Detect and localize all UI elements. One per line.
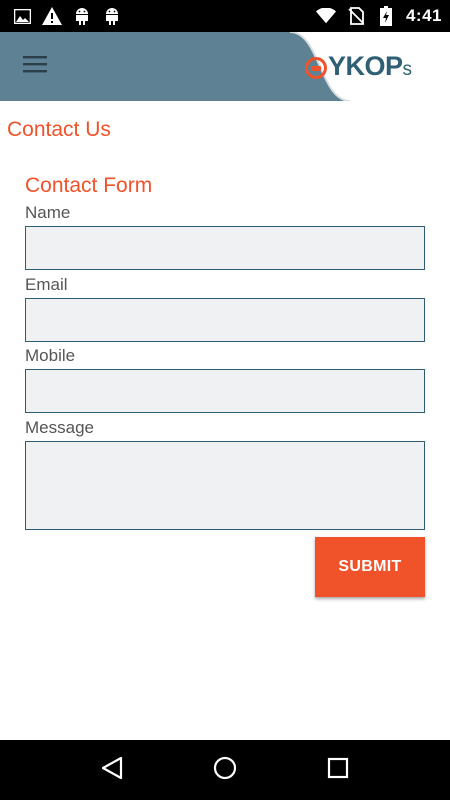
status-time: 4:41 xyxy=(405,6,442,25)
logo-text: YKOPs xyxy=(328,51,412,82)
recents-button[interactable] xyxy=(318,750,358,790)
mobile-field[interactable] xyxy=(25,369,425,413)
name-field[interactable] xyxy=(25,226,425,270)
android-icon xyxy=(72,6,92,26)
logo-suffix: s xyxy=(402,59,413,80)
no-sim-icon xyxy=(346,6,366,26)
wifi-icon xyxy=(315,6,336,26)
android-icon xyxy=(102,6,122,26)
page-title: Contact Us xyxy=(7,118,111,141)
name-label: Name xyxy=(25,203,71,222)
logo-wordmark: YKOP xyxy=(328,51,403,81)
mobile-label: Mobile xyxy=(25,346,76,365)
status-bar: 4:41 xyxy=(0,0,450,32)
system-nav-bar xyxy=(0,740,450,800)
home-button[interactable] xyxy=(205,750,245,790)
battery-charging-icon xyxy=(376,6,396,26)
form-title: Contact Form xyxy=(25,174,153,197)
car-wheel-icon xyxy=(304,56,328,80)
back-icon xyxy=(101,756,123,785)
message-field[interactable] xyxy=(25,441,425,530)
status-right-icons: 4:41 xyxy=(315,6,442,26)
image-icon xyxy=(12,6,32,26)
status-left-icons xyxy=(12,6,122,26)
email-label: Email xyxy=(25,275,68,294)
email-field[interactable] xyxy=(25,298,425,342)
hamburger-menu-icon xyxy=(23,55,47,78)
message-label: Message xyxy=(25,418,94,437)
menu-button[interactable] xyxy=(16,50,54,82)
back-button[interactable] xyxy=(92,750,132,790)
app-logo: YKOPs xyxy=(290,32,450,101)
warning-icon xyxy=(42,6,62,26)
app-bar: YKOPs xyxy=(0,32,450,101)
home-icon xyxy=(213,756,237,785)
recents-icon xyxy=(327,757,349,784)
submit-button[interactable]: SUBMIT xyxy=(315,537,425,597)
